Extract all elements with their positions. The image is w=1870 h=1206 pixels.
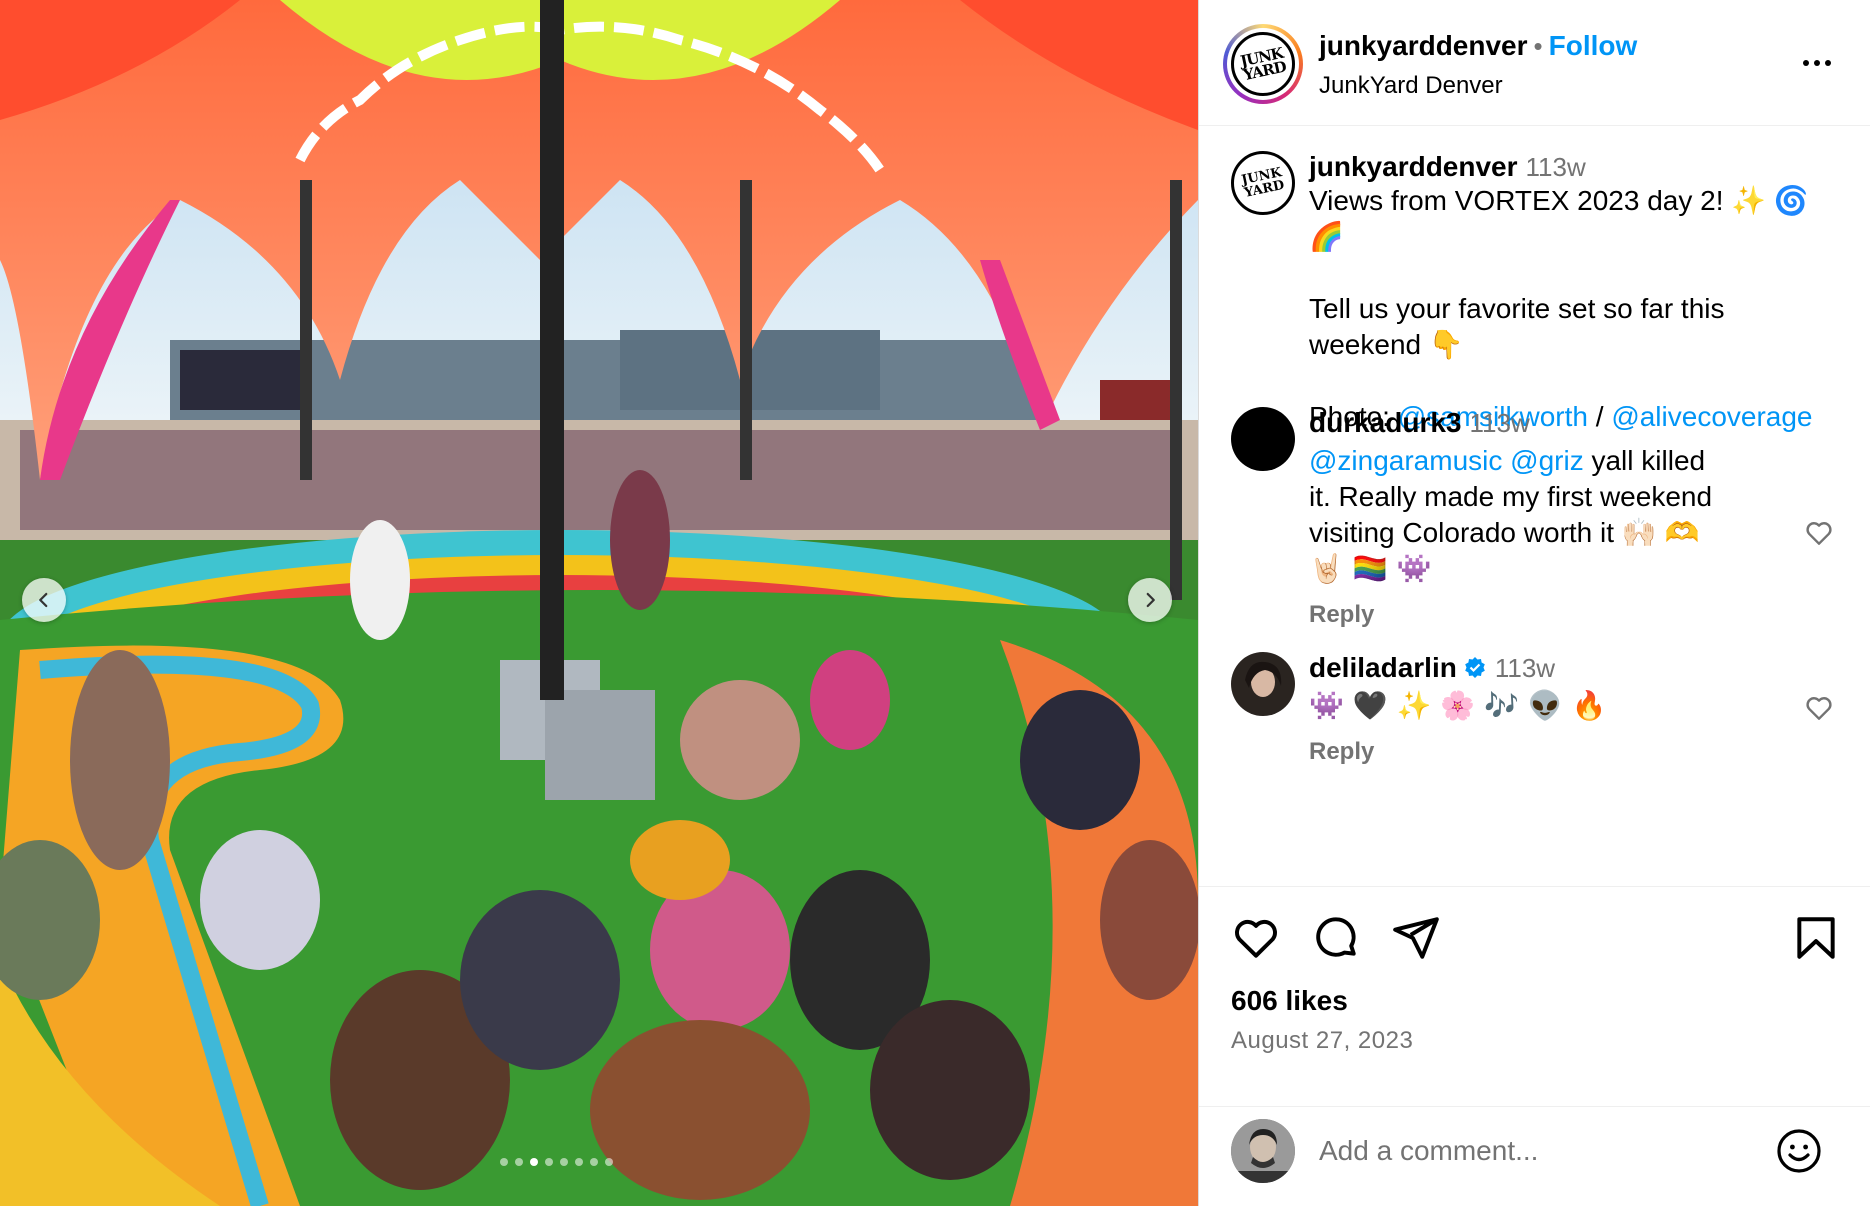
author-avatar[interactable]: JUNK YARD	[1223, 24, 1303, 104]
caption-line: weekend 👇	[1309, 329, 1464, 360]
caption-username[interactable]: junkyarddenver	[1309, 151, 1518, 182]
likes-count[interactable]: 606 likes	[1231, 985, 1348, 1017]
author-subtitle: JunkYard Denver	[1319, 72, 1503, 99]
comment-time[interactable]: 113w	[1495, 653, 1555, 683]
verified-badge-icon	[1465, 657, 1485, 678]
chevron-right-icon	[1146, 592, 1155, 608]
chevron-left-icon	[39, 592, 48, 608]
more-options-icon[interactable]	[1797, 48, 1837, 78]
comment-text: yall killed	[1591, 445, 1706, 476]
carousel-dot	[500, 1158, 508, 1166]
author-username[interactable]: junkyarddenver	[1319, 30, 1528, 61]
caption-avatar[interactable]: JUNK YARD	[1231, 151, 1295, 215]
separator-dot: •	[1533, 31, 1543, 61]
comment-text: 👾 🖤 ✨ 🌸 🎶 👽 🔥	[1309, 689, 1607, 722]
junkyard-logo: JUNK YARD	[1231, 32, 1295, 96]
comment-text: 🤘🏻 🏳️‍🌈 👾	[1309, 552, 1432, 585]
mention-link[interactable]: @zingaramusic	[1309, 445, 1502, 476]
comments-list[interactable]: JUNK YARD junkyarddenver 113w Views from …	[1199, 127, 1870, 885]
current-user-avatar[interactable]	[1231, 1119, 1295, 1183]
comment-text: visiting Colorado worth it 🙌🏻 🫶	[1309, 517, 1700, 548]
reply-button[interactable]: Reply	[1309, 738, 1829, 766]
add-comment-bar	[1199, 1106, 1870, 1206]
post-side-panel: JUNK YARD junkyarddenver • Follow JunkYard…	[1199, 0, 1870, 1206]
caption-line: Tell us your favorite set so far this	[1309, 293, 1725, 324]
share-send-icon[interactable]	[1391, 913, 1441, 963]
carousel-dot	[545, 1158, 553, 1166]
commenter-avatar[interactable]	[1231, 652, 1295, 716]
previous-image-button[interactable]	[22, 578, 66, 622]
like-heart-icon[interactable]	[1231, 913, 1281, 963]
commenter-username[interactable]: durkadurk3	[1309, 407, 1462, 438]
carousel-dot	[575, 1158, 583, 1166]
comment-bubble-icon[interactable]	[1311, 913, 1361, 963]
caption-line: Views from VORTEX 2023 day 2! ✨ 🌀	[1309, 185, 1809, 216]
comment-input[interactable]	[1319, 1127, 1759, 1175]
carousel-dot	[590, 1158, 598, 1166]
festival-photo	[0, 0, 1198, 1206]
mention-link[interactable]: @griz	[1510, 445, 1584, 476]
next-image-button[interactable]	[1128, 578, 1172, 622]
bookmark-icon[interactable]	[1791, 913, 1841, 963]
comment-text: it. Really made my first weekend	[1309, 481, 1713, 512]
carousel-dot	[530, 1158, 538, 1166]
post-header: JUNK YARD junkyarddenver • Follow JunkYard…	[1199, 0, 1870, 126]
commenter-avatar[interactable]	[1231, 407, 1295, 471]
like-comment-heart-icon[interactable]	[1803, 692, 1835, 724]
carousel-dot	[515, 1158, 523, 1166]
emoji-picker-icon[interactable]	[1775, 1127, 1823, 1175]
follow-button[interactable]: Follow	[1549, 30, 1638, 61]
reply-button[interactable]: Reply	[1309, 601, 1829, 629]
like-comment-heart-icon[interactable]	[1803, 517, 1835, 549]
comment-time[interactable]: 113w	[1470, 408, 1530, 438]
caption-line: 🌈	[1309, 220, 1344, 253]
post-actions: 606 likes August 27, 2023	[1199, 886, 1870, 1106]
caption-time[interactable]: 113w	[1526, 152, 1586, 182]
carousel-dot	[605, 1158, 613, 1166]
post-date[interactable]: August 27, 2023	[1231, 1027, 1413, 1055]
post-image[interactable]	[0, 0, 1198, 1206]
commenter-username[interactable]: deliladarlin	[1309, 652, 1457, 683]
carousel-indicator	[500, 1158, 613, 1166]
carousel-dot	[560, 1158, 568, 1166]
